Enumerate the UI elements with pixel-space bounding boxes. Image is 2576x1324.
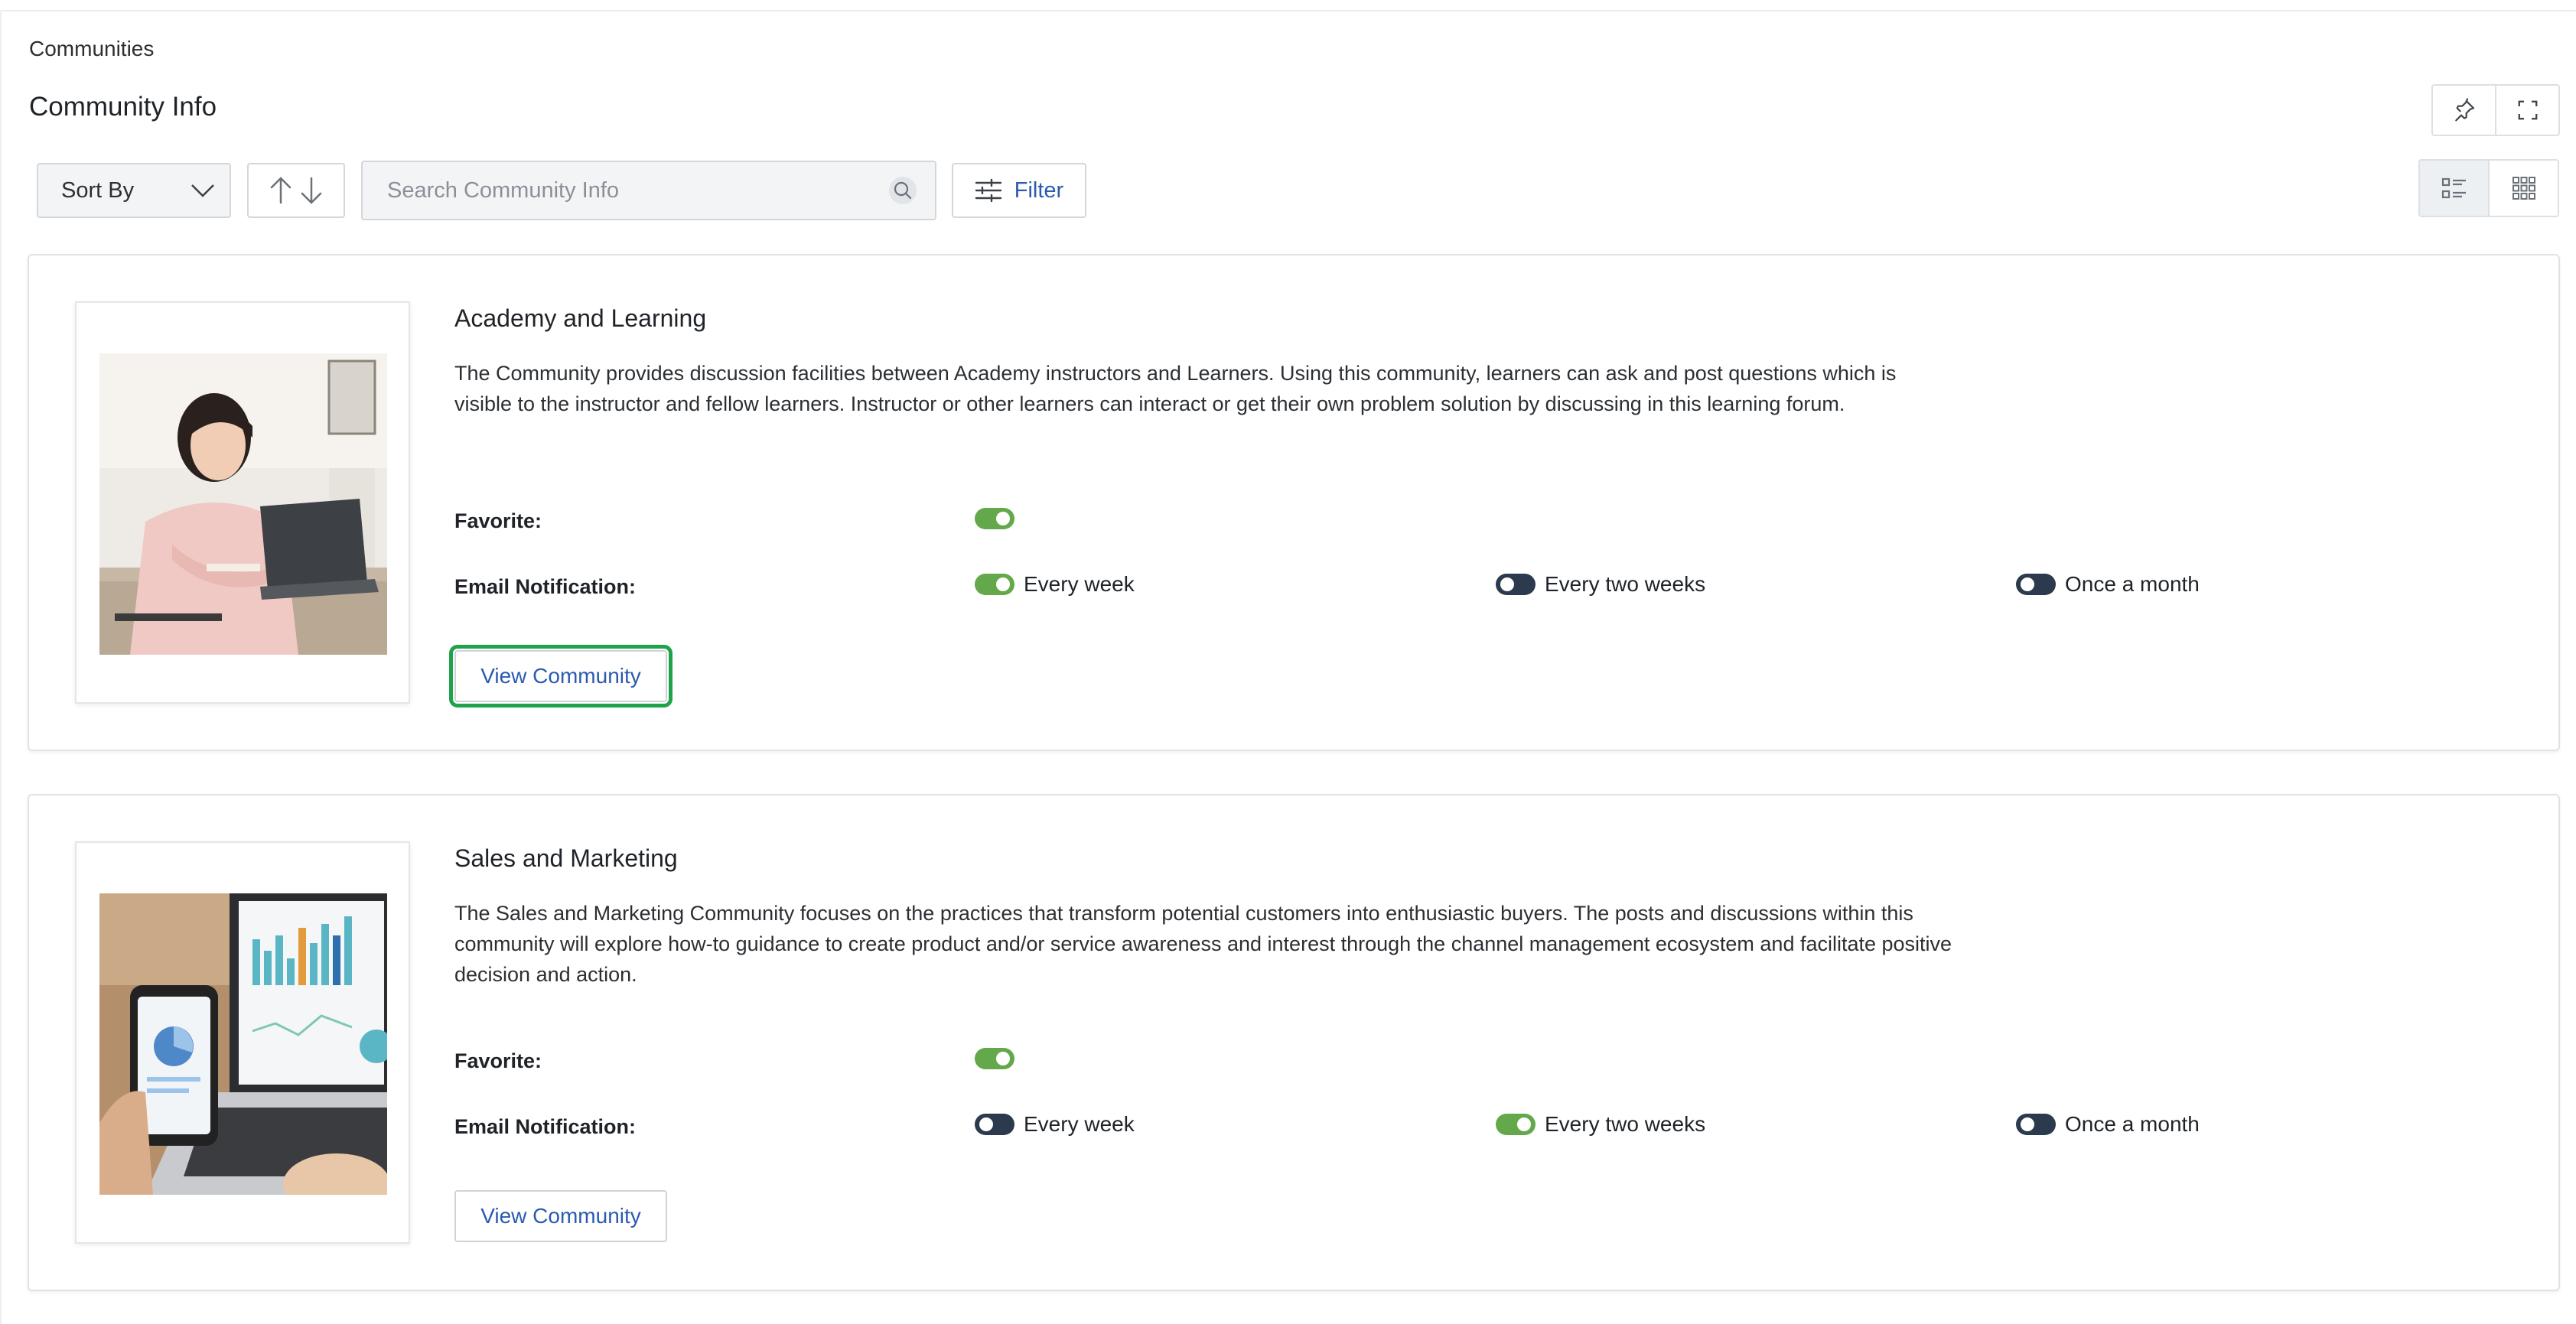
toggle-switch[interactable] — [1496, 1114, 1536, 1135]
community-thumbnail — [75, 841, 410, 1244]
toggle-label: Once a month — [2065, 1112, 2200, 1136]
search-icon[interactable] — [887, 175, 918, 206]
toggle-switch[interactable] — [975, 574, 1014, 595]
top-divider — [0, 10, 2576, 11]
once-a-month-toggle[interactable]: Once a month — [2016, 1112, 2200, 1137]
chevron-down-icon — [191, 184, 214, 197]
breadcrumb[interactable]: Communities — [29, 37, 154, 61]
favorite-toggle[interactable] — [975, 508, 1014, 529]
view-toggle — [2418, 159, 2559, 217]
pin-button[interactable] — [2433, 86, 2495, 135]
list-view-button[interactable] — [2420, 161, 2488, 216]
search-box — [361, 161, 936, 220]
left-divider — [0, 10, 2, 1324]
email-notification-label: Email Notification: — [454, 1115, 637, 1138]
toggle-switch[interactable] — [975, 1114, 1014, 1135]
community-thumbnail — [75, 301, 410, 704]
favorite-toggle[interactable] — [975, 1048, 1014, 1069]
toggle-label: Every week — [1024, 1112, 1135, 1136]
every-two-weeks-toggle[interactable]: Every two weeks — [1496, 572, 1705, 597]
toggle-label: Once a month — [2065, 572, 2200, 596]
community-description: The Sales and Marketing Community focuse… — [454, 902, 1952, 986]
community-title: Academy and Learning — [454, 304, 707, 332]
sort-by-select[interactable]: Sort By — [37, 163, 231, 218]
search-input[interactable] — [386, 177, 887, 204]
email-notification-label: Email Notification: — [454, 575, 637, 598]
toggle-label: Every two weeks — [1545, 1112, 1706, 1136]
toggle-switch[interactable] — [1496, 574, 1536, 595]
toggle-switch[interactable] — [2016, 1114, 2056, 1135]
every-week-toggle[interactable]: Every week — [975, 1112, 1135, 1137]
header-actions — [2431, 84, 2560, 136]
once-a-month-toggle[interactable]: Once a month — [2016, 572, 2200, 597]
fullscreen-icon — [2518, 100, 2537, 120]
filter-button[interactable]: Filter — [952, 163, 1086, 218]
community-description: The Community provides discussion facili… — [454, 362, 1897, 415]
list-view-icon — [2441, 177, 2466, 199]
sort-arrows-icon — [270, 177, 322, 204]
pin-icon — [2454, 98, 2474, 122]
every-two-weeks-toggle[interactable]: Every two weeks — [1496, 1112, 1705, 1137]
fullscreen-button[interactable] — [2495, 86, 2558, 135]
favorite-label: Favorite: — [454, 1049, 542, 1072]
toggle-switch[interactable] — [2016, 574, 2056, 595]
sort-by-label: Sort By — [61, 177, 135, 203]
toggle-label: Every two weeks — [1545, 572, 1706, 596]
community-image — [99, 893, 387, 1195]
every-week-toggle[interactable]: Every week — [975, 572, 1135, 597]
view-community-button[interactable]: View Community — [454, 1190, 667, 1242]
sort-direction-button[interactable] — [247, 163, 345, 218]
community-card: Academy and Learning The Community provi… — [28, 254, 2560, 751]
view-community-button[interactable]: View Community — [449, 645, 672, 708]
filter-label: Filter — [1014, 177, 1064, 203]
toggle-label: Every week — [1024, 572, 1135, 596]
toggle-switch[interactable] — [975, 508, 1014, 529]
community-title: Sales and Marketing — [454, 844, 678, 872]
page-title: Community Info — [29, 92, 217, 122]
toggle-switch[interactable] — [975, 1048, 1014, 1069]
grid-view-icon — [2512, 177, 2535, 200]
community-image — [99, 353, 387, 655]
community-card: Sales and Marketing The Sales and Market… — [28, 794, 2560, 1291]
filter-icon — [975, 178, 1001, 203]
favorite-label: Favorite: — [454, 509, 542, 532]
grid-view-button[interactable] — [2488, 161, 2558, 216]
